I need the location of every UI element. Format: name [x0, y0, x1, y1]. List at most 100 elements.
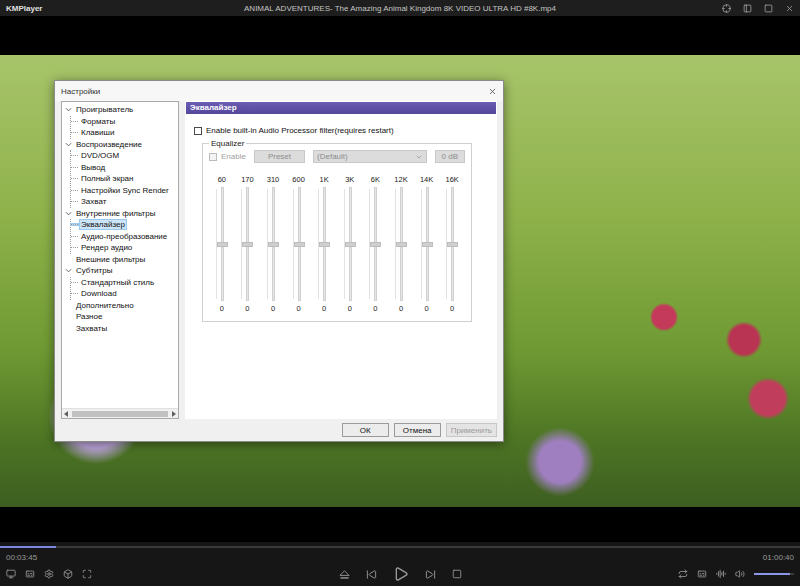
band-slider[interactable] — [317, 187, 331, 301]
expand-toggle[interactable] — [64, 140, 73, 149]
tree-item[interactable]: Настройки Sync Render — [71, 185, 176, 197]
chevron-down-icon — [65, 141, 72, 148]
tree-children: ФорматыКлавиши — [70, 116, 176, 139]
tree-connector — [71, 224, 78, 225]
tree-item[interactable]: Форматы — [71, 116, 176, 128]
dialog-button[interactable]: ОК — [342, 423, 389, 437]
close-icon[interactable] — [785, 4, 794, 13]
scroll-right-icon[interactable] — [172, 411, 176, 417]
scroll-thumb[interactable] — [72, 411, 168, 417]
slider-thumb[interactable] — [370, 242, 381, 247]
preset-dropdown[interactable]: (Default) — [313, 150, 426, 163]
tree-item[interactable]: Внутренние фильтры — [64, 208, 176, 220]
slider-thumb[interactable] — [242, 242, 253, 247]
band-slider[interactable] — [266, 187, 280, 301]
slider-thumb[interactable] — [294, 242, 305, 247]
screen-icon[interactable] — [6, 569, 16, 579]
tree-item[interactable]: Проигрыватель — [64, 104, 176, 116]
subtitles-icon[interactable] — [25, 569, 35, 579]
tree-item[interactable]: Download — [71, 288, 176, 300]
tree-connector — [71, 236, 78, 237]
expand-toggle[interactable] — [64, 105, 73, 114]
captions-icon[interactable] — [697, 569, 707, 579]
dialog-button[interactable]: Отмена — [394, 423, 441, 437]
slider-thumb[interactable] — [345, 242, 356, 247]
seek-bar[interactable] — [0, 546, 800, 548]
previous-icon[interactable] — [366, 569, 377, 580]
tree-connector — [71, 293, 78, 294]
tree-item[interactable]: Клавиши — [71, 127, 176, 139]
band-frequency: 12K — [394, 175, 407, 184]
tree-item[interactable]: DVD/OGM — [71, 150, 176, 162]
tree-item[interactable]: Стандартный стиль — [71, 277, 176, 289]
tree-node: Разное — [64, 311, 176, 323]
tree-item[interactable]: Захваты — [64, 323, 176, 335]
band-slider[interactable] — [420, 187, 434, 301]
slider-thumb[interactable] — [319, 242, 330, 247]
tree-item[interactable]: Разное — [64, 311, 176, 323]
processor-checkbox[interactable]: Enable built-in Audio Processor filter(r… — [194, 126, 496, 135]
expand-toggle[interactable] — [64, 266, 73, 275]
checkbox[interactable] — [209, 153, 217, 161]
slider-thumb[interactable] — [396, 242, 407, 247]
band-slider[interactable] — [215, 187, 229, 301]
title-bar: KMPlayerANIMAL ADVENTURES- The Amazing A… — [0, 0, 800, 16]
dialog-button[interactable]: Применить — [446, 423, 497, 437]
horizontal-scrollbar[interactable] — [62, 408, 178, 418]
tree-item[interactable]: Эквалайзер — [71, 219, 176, 231]
tree-item[interactable]: Рендер аудио — [71, 242, 176, 254]
eject-icon[interactable] — [339, 569, 350, 580]
band-slider[interactable] — [292, 187, 306, 301]
next-icon[interactable] — [425, 569, 436, 580]
video-stage: НастройкиПроигрывательФорматыКлавишиВосп… — [0, 16, 800, 542]
band-frequency: 3K — [345, 175, 354, 184]
checkbox[interactable] — [194, 127, 202, 135]
tree-item[interactable]: Дополнительно — [64, 300, 176, 312]
tree-label: Воспроизведение — [75, 140, 143, 149]
slider-thumb[interactable] — [422, 242, 433, 247]
band-frequency: 600 — [292, 175, 305, 184]
close-icon[interactable] — [488, 87, 497, 96]
enable-checkbox[interactable]: Enable — [209, 152, 246, 161]
settings-icon[interactable] — [44, 569, 54, 579]
preset-button[interactable]: Preset — [254, 150, 305, 163]
band-slider[interactable] — [394, 187, 408, 301]
tree-item[interactable]: Внешние фильтры — [64, 254, 176, 266]
3d-icon[interactable] — [63, 569, 73, 579]
band-slider[interactable] — [240, 187, 254, 301]
expand-toggle[interactable] — [64, 209, 73, 218]
band-slider[interactable] — [368, 187, 382, 301]
tree-item[interactable]: Вывод — [71, 162, 176, 174]
band: 1700 — [235, 175, 261, 313]
volume-slider[interactable] — [754, 573, 794, 575]
repeat-icon[interactable] — [678, 569, 688, 579]
stop-icon[interactable] — [452, 569, 462, 579]
equalizer-icon[interactable] — [716, 569, 726, 579]
tree-item[interactable]: Субтитры — [64, 265, 176, 277]
fullscreen-icon[interactable] — [82, 569, 92, 579]
band: 6000 — [286, 175, 312, 313]
tree-item[interactable]: Воспроизведение — [64, 139, 176, 151]
slider-thumb[interactable] — [217, 242, 228, 247]
tree-scroll-area: ПроигрывательФорматыКлавишиВоспроизведен… — [62, 102, 178, 408]
slider-thumb[interactable] — [268, 242, 279, 247]
slider-thumb[interactable] — [447, 242, 458, 247]
scroll-left-icon[interactable] — [64, 411, 68, 417]
volume-icon[interactable] — [735, 569, 745, 579]
pin-icon[interactable] — [722, 4, 731, 13]
tree-item[interactable]: Аудио-преобразование — [71, 231, 176, 243]
play-icon[interactable] — [393, 566, 409, 582]
band-slider[interactable] — [343, 187, 357, 301]
window-controls — [664, 4, 794, 13]
tree-item[interactable]: Полный экран — [71, 173, 176, 185]
mini-mode-icon[interactable] — [743, 4, 752, 13]
tree-label: Дополнительно — [75, 301, 135, 310]
seek-fill — [0, 546, 56, 548]
app-logo[interactable]: KMPlayer — [6, 4, 136, 13]
band-value: 0 — [373, 304, 377, 313]
reset-button[interactable]: 0 dB — [435, 150, 465, 163]
band-slider[interactable] — [445, 187, 459, 301]
maximize-icon[interactable] — [764, 4, 773, 13]
volume-fill — [754, 573, 790, 575]
tree-item[interactable]: Захват — [71, 196, 176, 208]
